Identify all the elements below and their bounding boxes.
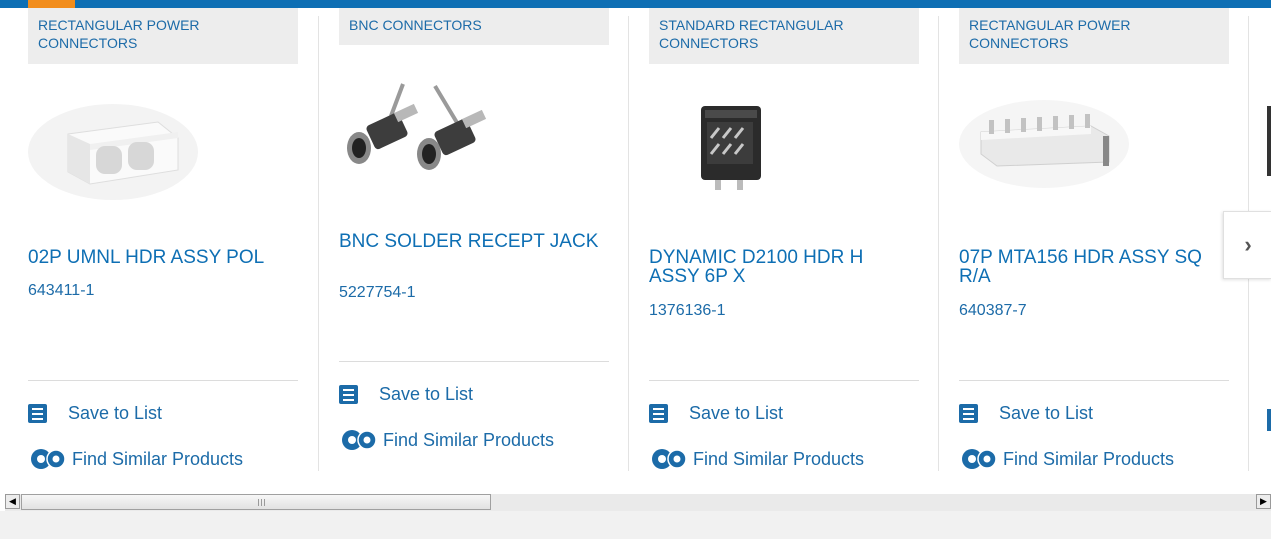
checklist-icon — [649, 403, 668, 423]
find-similar-label: Find Similar Products — [72, 448, 244, 469]
save-to-list-label: Save to List — [379, 383, 474, 404]
save-to-list-label: Save to List — [689, 402, 784, 423]
part-number[interactable]: 643411-1 — [28, 282, 94, 300]
card-divider — [339, 361, 609, 362]
card-divider — [649, 380, 919, 381]
part-number[interactable]: 5227754-1 — [339, 284, 416, 302]
find-similar-button[interactable]: Find Similar Products — [28, 447, 243, 471]
product-card: RECTANGULAR POWER CONNECTORS 02P UMNL HD… — [28, 8, 298, 478]
scrollbar-thumb[interactable] — [21, 494, 491, 510]
product-category[interactable]: RECTANGULAR POWER CONNECTORS — [28, 8, 298, 64]
card-divider — [28, 380, 298, 381]
find-similar-label: Find Similar Products — [1003, 448, 1175, 469]
gears-icon — [962, 449, 997, 469]
gears-icon — [31, 449, 66, 469]
card-divider — [959, 380, 1229, 381]
product-image[interactable] — [959, 92, 1229, 242]
find-similar-button[interactable]: Find Similar Products — [339, 428, 554, 452]
product-image[interactable] — [339, 74, 609, 224]
product-image[interactable] — [28, 92, 298, 242]
save-to-list-button[interactable]: Save to List — [339, 382, 473, 406]
find-similar-label: Find Similar Products — [383, 429, 555, 450]
horizontal-scrollbar[interactable]: ◀ ▶ — [5, 494, 1271, 511]
gears-icon — [342, 430, 377, 450]
checklist-icon — [339, 384, 358, 404]
product-category[interactable]: RECTANGULAR POWER CONNECTORS — [959, 8, 1229, 64]
scroll-left-button[interactable]: ◀ — [5, 494, 20, 509]
gears-icon — [652, 449, 687, 469]
card-separator — [318, 16, 319, 471]
product-card: RECTANGULAR POWER CONNECTORS 07P MTA156 … — [959, 8, 1229, 478]
save-to-list-button[interactable]: Save to List — [28, 401, 162, 425]
product-carousel: RECTANGULAR POWER CONNECTORS 02P UMNL HD… — [0, 8, 1271, 485]
save-to-list-button[interactable]: Save to List — [649, 401, 783, 425]
product-card: BNC CONNECTORS BNC SOLDER RECEPT JACK 52… — [339, 8, 609, 478]
checklist-icon — [28, 403, 47, 423]
product-title[interactable]: 07P MTA156 HDR ASSY SQ R/A — [959, 248, 1221, 286]
active-indicator — [28, 0, 75, 8]
find-similar-label: Find Similar Products — [693, 448, 865, 469]
chevron-right-icon: › — [1244, 232, 1252, 257]
card-separator — [938, 16, 939, 471]
product-title[interactable]: DYNAMIC D2100 HDR H ASSY 6P X — [649, 248, 911, 286]
scroll-right-button[interactable]: ▶ — [1256, 494, 1271, 509]
save-to-list-label: Save to List — [68, 402, 163, 423]
product-title[interactable]: 02P UMNL HDR ASSY POL — [28, 248, 290, 267]
peek-image-edge — [1267, 106, 1271, 176]
peek-icon-edge — [1267, 409, 1271, 431]
product-image[interactable] — [649, 92, 919, 242]
find-similar-button[interactable]: Find Similar Products — [959, 447, 1174, 471]
save-to-list-button[interactable]: Save to List — [959, 401, 1093, 425]
checklist-icon — [959, 403, 978, 423]
part-number[interactable]: 640387-7 — [959, 302, 1027, 320]
product-card: STANDARD RECTANGULAR CONNECTORS DYNAMIC … — [649, 8, 919, 478]
card-separator — [628, 16, 629, 471]
product-category[interactable]: STANDARD RECTANGULAR CONNECTORS — [649, 8, 919, 64]
save-to-list-label: Save to List — [999, 402, 1094, 423]
product-title[interactable]: BNC SOLDER RECEPT JACK — [339, 232, 601, 251]
top-accent-bar — [0, 0, 1271, 8]
part-number[interactable]: 1376136-1 — [649, 302, 726, 320]
product-category[interactable]: BNC CONNECTORS — [339, 8, 609, 45]
find-similar-button[interactable]: Find Similar Products — [649, 447, 864, 471]
carousel-next-button[interactable]: › — [1223, 211, 1271, 279]
page-bottom-area — [0, 511, 1271, 539]
